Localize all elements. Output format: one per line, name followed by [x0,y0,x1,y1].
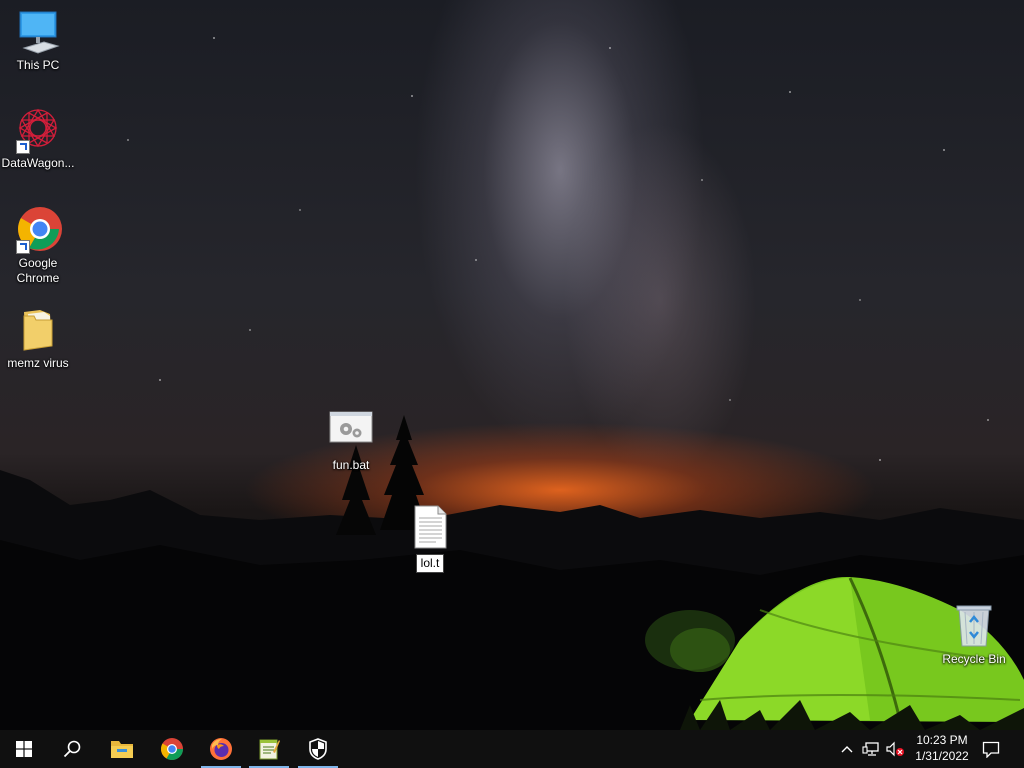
desktop-icon-label: fun.bat [332,458,370,472]
recycle-bin-icon [950,602,998,650]
taskbar: 10:23 PM 1/31/2022 [0,730,1024,768]
clock[interactable]: 10:23 PM 1/31/2022 [906,732,978,764]
shield-icon [309,738,327,760]
text-file-icon [406,504,454,552]
desktop-wallpaper [0,0,1024,730]
action-center-button[interactable] [978,739,1004,759]
chevron-up-icon [841,746,853,753]
taskbar-windows-security[interactable] [294,730,342,768]
shortcut-arrow-icon [16,240,30,254]
desktop-icon-lol-txt[interactable]: lol.t [392,504,468,573]
taskbar-google-chrome[interactable] [148,730,196,768]
folder-icon [111,741,133,758]
desktop-icon-datawagon[interactable]: DataWagon... [0,106,76,171]
folder-icon [14,306,62,354]
windows-logo-icon [16,741,32,757]
desktop-icon-label: Google Chrome [16,256,60,285]
firefox-icon [210,738,232,760]
desktop-icon-this-pc[interactable]: This PC [0,8,76,73]
clock-time: 10:23 PM [916,733,968,747]
show-hidden-icons-button[interactable] [838,739,856,759]
landscape-silhouette [0,415,1024,730]
network-icon [862,742,879,756]
desktop-icon-memz-virus[interactable]: memz virus [0,306,76,371]
taskbar-notepad[interactable] [245,730,293,768]
notification-icon [982,741,1000,758]
notepad-icon [259,739,280,760]
desktop-icon-label: DataWagon... [1,156,75,170]
desktop-icon-label: This PC [16,58,60,72]
chrome-icon [14,206,62,254]
rename-input[interactable]: lol.t [415,554,445,573]
start-button[interactable] [0,730,48,768]
taskbar-file-explorer[interactable] [98,730,146,768]
network-button[interactable] [860,739,882,759]
monitor-icon [14,8,62,56]
taskbar-firefox[interactable] [197,730,245,768]
desktop-icon-google-chrome[interactable]: Google Chrome [0,206,76,286]
search-icon [63,740,81,758]
geometric-mandala-icon [14,106,62,154]
volume-muted-icon [886,741,904,757]
search-button[interactable] [48,730,96,768]
desktop-icon-fun-bat[interactable]: fun.bat [313,408,389,473]
clock-date: 1/31/2022 [915,749,969,763]
desktop-icon-label: memz virus [7,356,69,370]
shortcut-arrow-icon [16,140,30,154]
volume-button[interactable] [884,739,906,759]
desktop-icon-label: Recycle Bin [942,652,1006,666]
desktop-icon-recycle-bin[interactable]: Recycle Bin [936,602,1012,667]
chrome-icon [161,738,183,760]
batch-file-icon [327,408,375,456]
